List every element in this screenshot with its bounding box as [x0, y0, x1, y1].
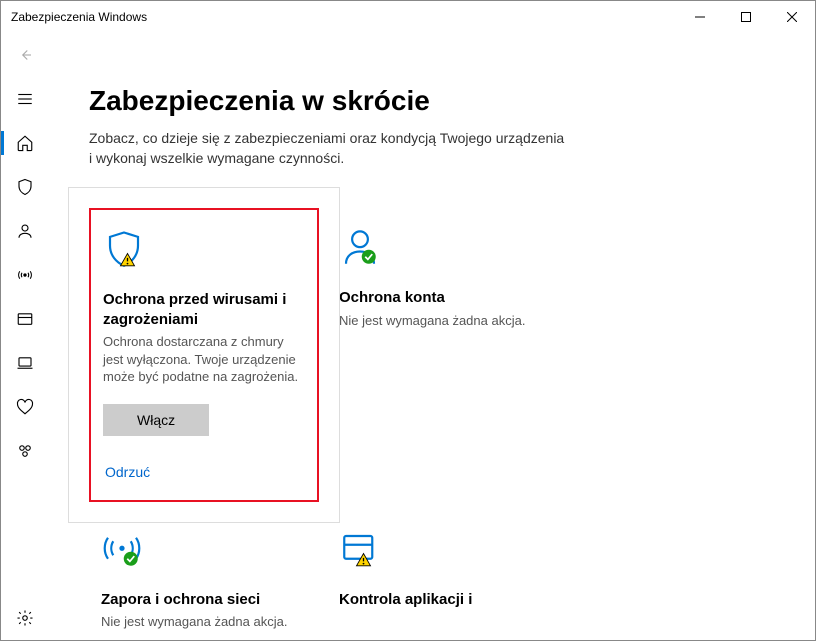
sidebar-virus[interactable] [1, 165, 49, 209]
window-controls [677, 1, 815, 33]
sidebar-firewall[interactable] [1, 253, 49, 297]
shield-warning-icon [103, 226, 145, 274]
dismiss-link[interactable]: Odrzuć [105, 464, 150, 480]
window-title: Zabezpieczenia Windows [11, 10, 677, 24]
card-title: Zapora i ochrona sieci [101, 590, 260, 610]
sidebar-home[interactable] [1, 121, 49, 165]
card-app-control[interactable]: Kontrola aplikacji i [327, 510, 557, 640]
card-desc: Ochrona dostarczana z chmury jest wyłącz… [103, 333, 305, 386]
maximize-button[interactable] [723, 1, 769, 33]
titlebar: Zabezpieczenia Windows [1, 1, 815, 33]
firewall-ok-icon [101, 526, 143, 574]
appcontrol-warning-icon [339, 526, 381, 574]
sidebar-appcontrol[interactable] [1, 297, 49, 341]
cards-grid: Ochrona przed wirusami i zagrożeniami Oc… [89, 208, 785, 640]
account-ok-icon [339, 224, 381, 272]
card-firewall[interactable]: Zapora i ochrona sieci Nie jest wymagana… [89, 510, 319, 640]
close-button[interactable] [769, 1, 815, 33]
sidebar-settings[interactable] [1, 596, 49, 640]
card-title: Ochrona konta [339, 288, 445, 308]
card-title: Ochrona przed wirusami i zagrożeniami [103, 290, 305, 329]
main-content: Zabezpieczenia w skrócie Zobacz, co dzie… [49, 33, 815, 640]
sidebar-family[interactable] [1, 429, 49, 473]
minimize-button[interactable] [677, 1, 723, 33]
sidebar [1, 33, 49, 640]
sidebar-health[interactable] [1, 385, 49, 429]
page-title: Zabezpieczenia w skrócie [89, 85, 785, 117]
sidebar-account[interactable] [1, 209, 49, 253]
card-account-protection[interactable]: Ochrona konta Nie jest wymagana żadna ak… [327, 208, 557, 502]
hamburger-menu[interactable] [1, 77, 49, 121]
sidebar-device[interactable] [1, 341, 49, 385]
page-subtitle: Zobacz, co dzieje się z zabezpieczeniami… [89, 129, 569, 168]
card-virus-protection[interactable]: Ochrona przed wirusami i zagrożeniami Oc… [89, 208, 319, 502]
card-title: Kontrola aplikacji i [339, 590, 472, 610]
enable-button[interactable]: Włącz [103, 404, 209, 436]
card-desc: Nie jest wymagana żadna akcja. [339, 312, 525, 330]
card-desc: Nie jest wymagana żadna akcja. [101, 613, 287, 631]
back-button[interactable] [1, 33, 49, 77]
